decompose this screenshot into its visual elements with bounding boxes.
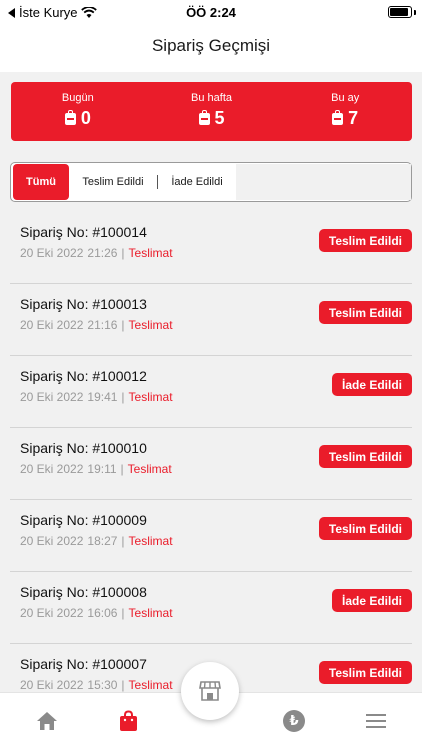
summary-label: Bu ay bbox=[331, 92, 360, 104]
summary-week: Bu hafta 5 bbox=[145, 82, 279, 141]
battery-tip bbox=[414, 10, 416, 15]
order-kind: Teslimat bbox=[128, 678, 173, 692]
order-date: 20 Eki 2022 bbox=[20, 318, 84, 332]
bag-icon bbox=[332, 109, 344, 125]
store-button[interactable] bbox=[181, 662, 239, 720]
filter-tab-delivered[interactable]: Teslim Edildi bbox=[69, 164, 157, 200]
order-time: 15:30 bbox=[87, 678, 118, 692]
status-time: ÖÖ 2:24 bbox=[186, 5, 236, 20]
order-history-content: Bugün 0 Bu hafta 5 Bu ay 7 Tümü Teslim E… bbox=[0, 72, 422, 692]
bag-icon bbox=[198, 109, 210, 125]
order-date: 20 Eki 2022 bbox=[20, 246, 84, 260]
bag-icon bbox=[64, 109, 76, 125]
order-kind: Teslimat bbox=[128, 318, 173, 332]
order-list: Sipariş No: #100014 20 Eki 2022 21:26 | Tes… bbox=[0, 212, 422, 692]
status-badge: Teslim Edildi bbox=[318, 229, 412, 252]
shopping-bag-icon[interactable] bbox=[119, 710, 138, 732]
order-date: 20 Eki 2022 bbox=[20, 390, 84, 404]
store-icon bbox=[199, 681, 221, 701]
summary-value: 5 bbox=[214, 108, 225, 128]
summary-today: Bugün 0 bbox=[11, 82, 145, 141]
order-time: 18:27 bbox=[87, 534, 118, 548]
order-kind: Teslimat bbox=[128, 390, 173, 404]
order-kind: Teslimat bbox=[128, 246, 173, 260]
order-kind: Teslimat bbox=[128, 606, 173, 620]
filter-tab-all[interactable]: Tümü bbox=[13, 164, 69, 200]
meta-separator: | bbox=[121, 606, 125, 620]
order-number: Sipariş No: #100009 bbox=[20, 512, 147, 528]
order-number: Sipariş No: #100013 bbox=[20, 296, 147, 312]
meta-separator: | bbox=[121, 390, 125, 404]
order-time: 16:06 bbox=[87, 606, 118, 620]
status-bar: İste Kurye ÖÖ 2:24 bbox=[0, 0, 422, 24]
order-row[interactable]: Sipariş No: #100012 20 Eki 2022 19:41 | Tes… bbox=[10, 356, 412, 428]
summary-month: Bu ay 7 bbox=[278, 82, 412, 141]
order-time: 19:41 bbox=[87, 390, 118, 404]
filter-empty-area bbox=[236, 164, 411, 200]
order-row[interactable]: Sipariş No: #100008 20 Eki 2022 16:06 | Tes… bbox=[10, 572, 412, 644]
order-summary-card: Bugün 0 Bu hafta 5 Bu ay 7 bbox=[11, 82, 412, 141]
order-filter: Tümü Teslim Edildi İade Edildi bbox=[10, 162, 412, 202]
order-date: 20 Eki 2022 bbox=[20, 606, 84, 620]
order-date: 20 Eki 2022 bbox=[20, 678, 84, 692]
lira-icon[interactable]: ₺ bbox=[283, 710, 305, 732]
battery-level bbox=[390, 8, 408, 16]
order-time: 21:26 bbox=[87, 246, 118, 260]
order-kind: Teslimat bbox=[128, 534, 173, 548]
summary-value: 7 bbox=[348, 108, 359, 128]
meta-separator: | bbox=[121, 678, 125, 692]
order-kind: Teslimat bbox=[127, 462, 172, 476]
order-date: 20 Eki 2022 bbox=[20, 534, 84, 548]
order-time: 21:16 bbox=[87, 318, 118, 332]
status-badge: Teslim Edildi bbox=[318, 517, 412, 540]
filter-tab-returned[interactable]: İade Edildi bbox=[158, 164, 236, 200]
home-icon[interactable] bbox=[36, 711, 58, 731]
meta-separator: | bbox=[121, 534, 125, 548]
status-badge: Teslim Edildi bbox=[318, 301, 412, 324]
summary-value: 0 bbox=[80, 108, 91, 128]
battery-icon bbox=[388, 6, 412, 18]
order-number: Sipariş No: #100007 bbox=[20, 656, 147, 672]
order-row[interactable]: Sipariş No: #100009 20 Eki 2022 18:27 | Tes… bbox=[10, 500, 412, 572]
meta-separator: | bbox=[121, 246, 125, 260]
status-badge: Teslim Edildi bbox=[318, 445, 412, 468]
order-time: 19:11 bbox=[87, 462, 117, 476]
order-date: 20 Eki 2022 bbox=[20, 462, 84, 476]
summary-label: Bugün bbox=[61, 92, 94, 104]
order-number: Sipariş No: #100012 bbox=[20, 368, 147, 384]
order-number: Sipariş No: #100014 bbox=[20, 224, 147, 240]
status-badge: Teslim Edildi bbox=[318, 661, 412, 684]
order-number: Sipariş No: #100008 bbox=[20, 584, 147, 600]
order-row[interactable]: Sipariş No: #100013 20 Eki 2022 21:16 | Tes… bbox=[10, 284, 412, 356]
status-badge: İade Edildi bbox=[331, 373, 412, 396]
page-title: Sipariş Geçmişi bbox=[151, 36, 271, 55]
order-row[interactable]: Sipariş No: #100010 20 Eki 2022 19:11 | Tes… bbox=[10, 428, 412, 500]
meta-separator: | bbox=[120, 462, 124, 476]
meta-separator: | bbox=[121, 318, 125, 332]
status-badge: İade Edildi bbox=[331, 589, 412, 612]
order-row[interactable]: Sipariş No: #100014 20 Eki 2022 21:26 | Tes… bbox=[10, 212, 412, 284]
menu-icon[interactable] bbox=[366, 714, 386, 728]
order-number: Sipariş No: #100010 bbox=[20, 440, 147, 456]
summary-label: Bu hafta bbox=[191, 92, 232, 104]
